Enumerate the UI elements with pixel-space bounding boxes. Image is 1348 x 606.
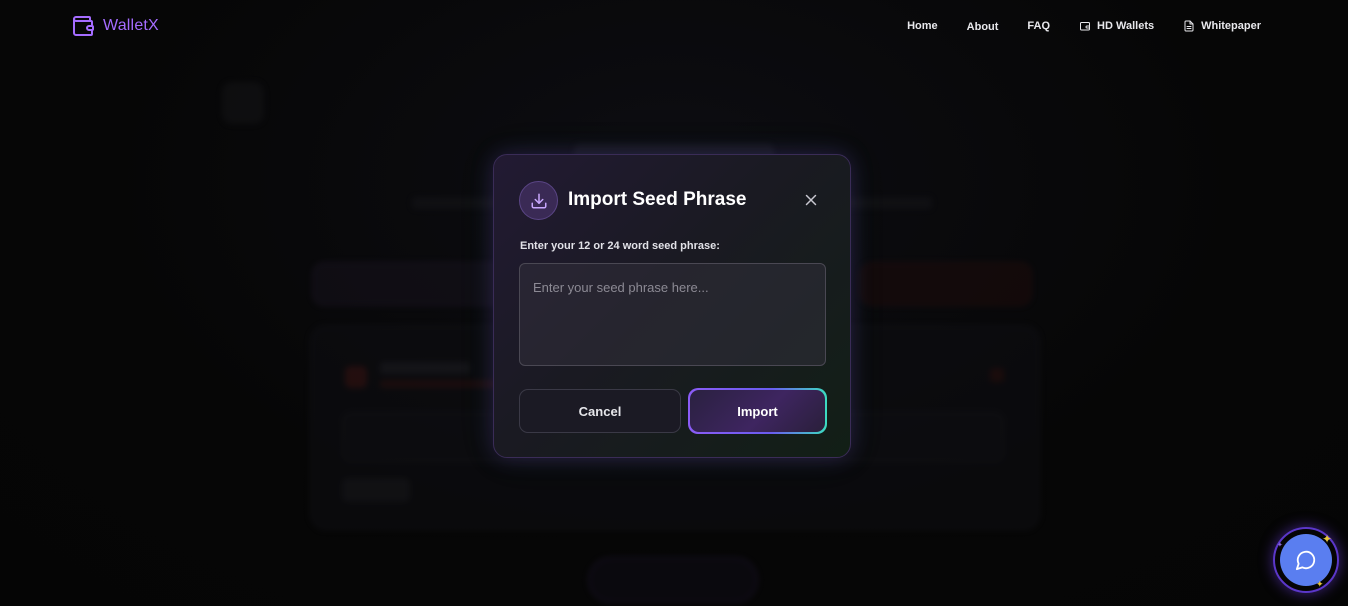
modal-icon-badge [519,181,558,220]
bg-card-icon [345,366,367,388]
logo[interactable]: WalletX [71,14,159,38]
nav-label: Whitepaper [1201,20,1261,32]
bg-clear-button [860,262,1032,306]
bg-bottom-button [588,557,758,603]
nav-faq[interactable]: FAQ [1027,20,1050,32]
document-icon [1184,20,1194,32]
sparkle-icon: ✦ [1316,579,1324,589]
chat-bubble-icon [1295,550,1316,571]
sparkle-icon: ✦ [1277,542,1283,549]
nav-label: About [966,21,999,33]
import-button[interactable]: Import [690,390,825,432]
bg-generate-button [312,262,512,306]
nav-label: Home [907,20,938,32]
page: WalletX Home About FAQ HD Wallets Whitep… [0,0,1348,606]
download-icon [531,193,546,208]
brand-name: WalletX [103,17,159,34]
header: WalletX Home About FAQ HD Wallets Whitep… [0,0,1348,52]
nav-label: HD Wallets [1097,20,1155,32]
modal-title: Import Seed Phrase [568,189,747,210]
bg-card-title [380,362,470,374]
bg-card-close [990,368,1004,382]
bg-decoration [222,82,264,124]
nav-hd-wallets[interactable]: HD Wallets [1079,20,1154,32]
wallet-logo-icon [73,16,94,36]
nav-home[interactable]: Home [907,20,938,32]
main-nav: Home About FAQ HD Wallets Whitepaper [907,19,1261,33]
bg-card-copy [342,478,410,502]
close-icon [805,194,817,206]
import-seed-modal: Import Seed Phrase Enter your 12 or 24 w… [493,154,851,458]
nav-whitepaper[interactable]: Whitepaper [1183,20,1261,32]
seed-phrase-label: Enter your 12 or 24 word seed phrase: [520,240,720,252]
close-button[interactable] [802,191,820,209]
bg-card-subtitle [380,380,500,388]
nav-about[interactable]: About [967,21,999,33]
cancel-button[interactable]: Cancel [519,389,681,433]
wallet-icon [1080,22,1091,31]
seed-phrase-input[interactable] [519,263,826,366]
sparkle-icon: ✦ [1322,532,1333,546]
nav-label: FAQ [1027,20,1051,32]
